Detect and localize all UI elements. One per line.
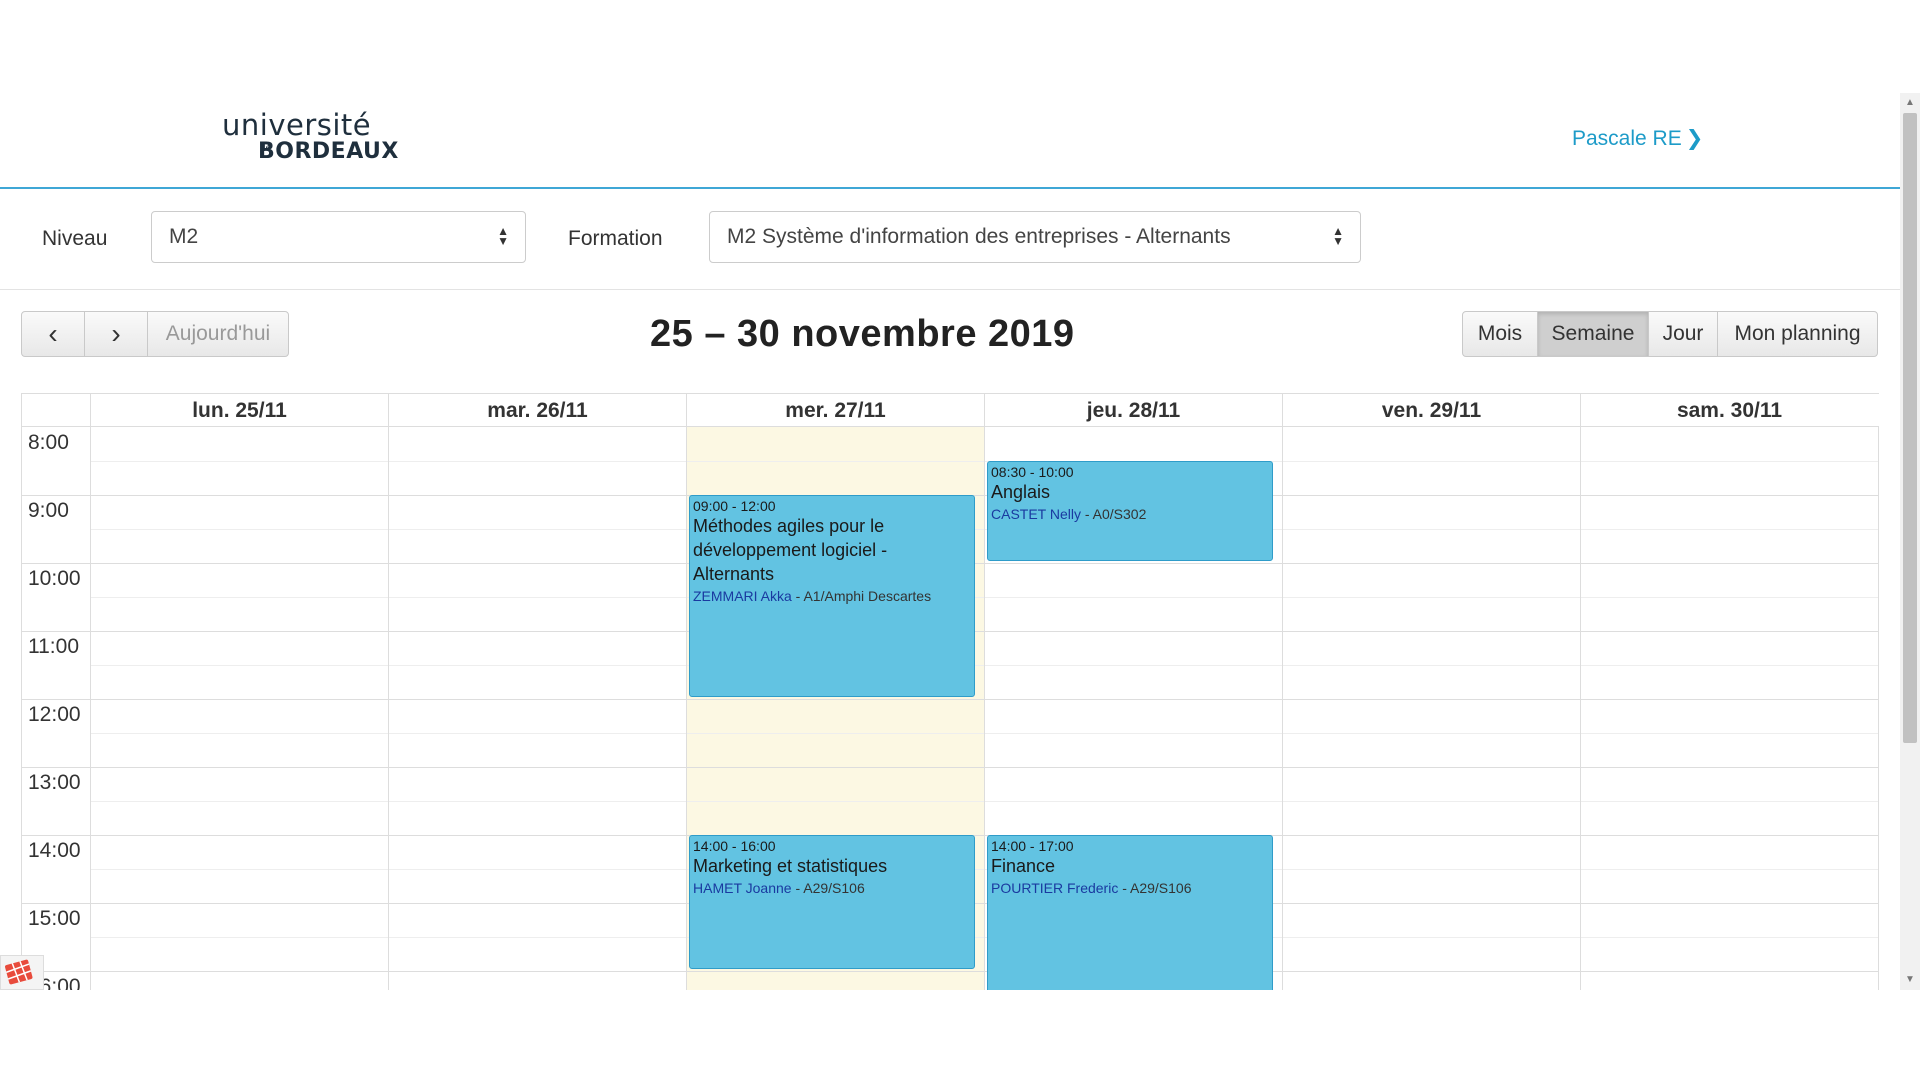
event-title: Finance — [991, 856, 1056, 876]
grid-line — [1580, 427, 1581, 990]
view-month-button[interactable]: Mois — [1462, 311, 1538, 357]
site-header: université de BORDEAUX Pascale RE ❯ — [0, 93, 1900, 189]
page-scrollbar[interactable]: ▲ ▼ — [1900, 93, 1920, 990]
calendar-title: 25 – 30 novembre 2019 — [650, 313, 1075, 355]
day-header: lun. 25/11 — [90, 394, 388, 427]
calendar-toolbar: ‹ › Aujourd'hui 25 – 30 novembre 2019 Mo… — [0, 311, 1900, 359]
day-header-row: lun. 25/11 mar. 26/11 mer. 27/11 jeu. 28/11… — [22, 393, 1879, 427]
grid-line — [1878, 427, 1879, 990]
week-calendar: lun. 25/11 mar. 26/11 mer. 27/11 jeu. 28/11… — [21, 393, 1879, 990]
formation-label: Formation — [568, 227, 663, 250]
chevron-right-icon: ❯ — [1685, 127, 1704, 150]
event-title: Anglais — [991, 482, 1051, 502]
grid-line — [686, 427, 687, 990]
event-teacher[interactable]: CASTET Nelly — [991, 506, 1081, 522]
niveau-label: Niveau — [42, 227, 108, 250]
user-menu-link[interactable]: Pascale RE ❯ — [1572, 126, 1703, 151]
time-label: 10:00 — [28, 567, 81, 590]
day-header: ven. 29/11 — [1282, 394, 1580, 427]
time-label: 9:00 — [28, 499, 69, 522]
time-label: 13:00 — [28, 771, 81, 794]
view-day-label: Jour — [1662, 322, 1704, 345]
logo-text-bordeaux: BORDEAUX — [258, 139, 399, 164]
time-grid: 8:00 9:00 10:00 11:00 12:00 13:00 14:00 15:00 16… — [22, 427, 1879, 990]
day-header: mer. 27/11 — [686, 394, 984, 427]
next-week-button[interactable]: › — [84, 311, 148, 357]
event-teacher[interactable]: POURTIER Frederic — [991, 880, 1118, 896]
event-title: Marketing et statistiques — [693, 856, 888, 876]
view-my-planning-label: Mon planning — [1734, 322, 1861, 345]
calendar-event[interactable]: 08:30 - 10:00 Anglais CASTET Nelly - A0/S3… — [987, 461, 1273, 561]
niveau-selected-value: M2 — [169, 225, 199, 248]
event-time: 14:00 - 17:00 — [991, 838, 1074, 854]
event-room: - A29/S106 — [791, 880, 865, 896]
time-label: 11:00 — [28, 635, 79, 658]
grid-line — [984, 427, 985, 990]
time-label: 12:00 — [28, 703, 81, 726]
formation-select[interactable]: M2 Système d'information des entreprises… — [709, 211, 1361, 263]
logo-text-universite: université — [222, 108, 372, 142]
event-details: CASTET Nelly - A0/S302 — [991, 506, 1269, 522]
grid-line — [90, 394, 91, 427]
app-viewport: université de BORDEAUX Pascale RE ❯ Nivea… — [0, 93, 1920, 990]
event-details: HAMET Joanne - A29/S106 — [693, 880, 971, 896]
day-header: jeu. 28/11 — [984, 394, 1282, 427]
view-week-label: Semaine — [1551, 322, 1635, 345]
calendar-event[interactable]: 14:00 - 16:00 Marketing et statistiques HA… — [689, 835, 975, 969]
event-room: - A29/S106 — [1118, 880, 1192, 896]
time-label: 15:00 — [28, 907, 81, 930]
event-title: Méthodes agiles pour le développement lo… — [693, 516, 888, 584]
grid-line — [1282, 427, 1283, 990]
grid-line — [388, 427, 389, 990]
chevron-left-icon: ‹ — [48, 318, 58, 349]
grid-line — [22, 699, 1879, 700]
grid-line — [22, 767, 1879, 768]
event-room: - A1/Amphi Descartes — [791, 588, 932, 604]
view-week-button[interactable]: Semaine — [1537, 311, 1649, 357]
event-teacher[interactable]: ZEMMARI Akka — [693, 588, 792, 604]
user-name: Pascale RE — [1572, 127, 1682, 150]
grid-line — [22, 971, 1879, 972]
event-room: - A0/S302 — [1080, 506, 1147, 522]
university-logo[interactable]: université de BORDEAUX — [222, 108, 402, 168]
calendar-event[interactable]: 09:00 - 12:00 Méthodes agiles pour le dév… — [689, 495, 975, 697]
time-label: 14:00 — [28, 839, 81, 862]
time-label: 8:00 — [28, 431, 69, 454]
formation-selected-value: M2 Système d'information des entreprises… — [727, 225, 1231, 248]
filter-bar: Niveau M2 ▲ ▼ Formation M2 Système d'info… — [0, 191, 1900, 290]
view-my-planning-button[interactable]: Mon planning — [1717, 311, 1878, 357]
today-button[interactable]: Aujourd'hui — [147, 311, 289, 357]
view-day-button[interactable]: Jour — [1648, 311, 1718, 357]
day-header: mar. 26/11 — [388, 394, 686, 427]
prev-week-button[interactable]: ‹ — [21, 311, 85, 357]
chevron-right-icon: › — [111, 318, 121, 349]
grid-line — [90, 427, 91, 990]
app-launcher-icon[interactable] — [0, 955, 44, 990]
scroll-up-arrow-icon[interactable]: ▲ — [1900, 93, 1920, 113]
event-details: ZEMMARI Akka - A1/Amphi Descartes — [693, 588, 971, 604]
today-button-label: Aujourd'hui — [165, 322, 271, 345]
select-arrows-icon: ▲ ▼ — [497, 224, 509, 248]
calendar-event[interactable]: 14:00 - 17:00 Finance POURTIER Frederic - … — [987, 835, 1273, 990]
scroll-down-arrow-icon[interactable]: ▼ — [1900, 970, 1920, 990]
niveau-select[interactable]: M2 ▲ ▼ — [151, 211, 526, 263]
event-details: POURTIER Frederic - A29/S106 — [991, 880, 1269, 896]
event-time: 09:00 - 12:00 — [693, 498, 776, 514]
event-teacher[interactable]: HAMET Joanne — [693, 880, 792, 896]
event-time: 14:00 - 16:00 — [693, 838, 776, 854]
day-header: sam. 30/11 — [1580, 394, 1878, 427]
scroll-thumb[interactable] — [1903, 113, 1917, 743]
view-month-label: Mois — [1477, 322, 1523, 345]
select-arrows-icon: ▲ ▼ — [1332, 224, 1344, 248]
event-time: 08:30 - 10:00 — [991, 464, 1074, 480]
